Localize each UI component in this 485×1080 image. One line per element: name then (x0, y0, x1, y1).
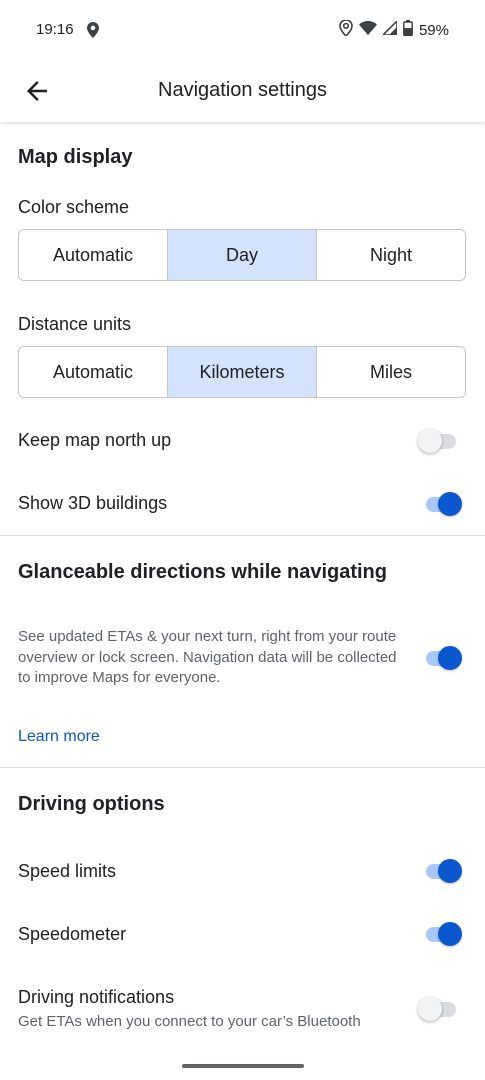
distance-units-selector: Automatic Kilometers Miles (18, 346, 466, 398)
section-divider (0, 767, 485, 768)
show-3d-buildings-label: Show 3D buildings (18, 493, 168, 513)
map-display-heading: Map display (18, 146, 133, 168)
status-time: 19:16 (36, 21, 74, 38)
battery-percent: 59% (418, 21, 449, 39)
speedometer-label: Speedometer (18, 924, 127, 944)
show-3d-buildings-toggle[interactable] (424, 491, 464, 517)
app-bar: Navigation settings (0, 60, 485, 122)
driving-notifications-subtitle: Get ETAs when you connect to your car’s … (18, 1013, 361, 1030)
location-icon (86, 22, 100, 43)
driving-notifications-label: Driving notifications (18, 987, 175, 1007)
speed-limits-toggle[interactable] (424, 858, 464, 884)
distance-units-kilometers[interactable]: Kilometers (168, 347, 317, 397)
distance-units-miles[interactable]: Miles (317, 347, 465, 397)
color-scheme-selector: Automatic Day Night (18, 229, 466, 281)
distance-units-label: Distance units (18, 314, 132, 334)
signal-icon (381, 19, 398, 39)
glanceable-description: See updated ETAs & your next turn, right… (18, 628, 397, 686)
glanceable-heading: Glanceable directions while navigating (18, 561, 387, 583)
color-scheme-night[interactable]: Night (317, 230, 465, 280)
learn-more-link[interactable]: Learn more (18, 728, 100, 746)
speed-limits-label: Speed limits (18, 861, 117, 881)
status-icons: 59% (339, 19, 449, 40)
driving-notifications-toggle[interactable] (418, 996, 460, 1022)
color-scheme-day[interactable]: Day (168, 230, 317, 280)
page-title: Navigation settings (158, 79, 327, 101)
battery-icon (403, 20, 413, 40)
color-scheme-automatic[interactable]: Automatic (19, 230, 168, 280)
distance-units-automatic[interactable]: Automatic (19, 347, 168, 397)
glanceable-toggle[interactable] (424, 645, 464, 671)
driving-options-heading: Driving options (18, 793, 165, 815)
speedometer-toggle[interactable] (424, 921, 464, 947)
section-divider (0, 535, 485, 536)
wifi-icon (358, 21, 377, 39)
color-scheme-label: Color scheme (18, 197, 130, 217)
status-bar: 19:16 59% (0, 0, 485, 60)
keep-north-up-label: Keep map north up (18, 430, 172, 450)
keep-north-up-toggle[interactable] (418, 428, 460, 454)
gesture-nav-handle[interactable] (182, 1064, 304, 1068)
location-icon (339, 19, 353, 40)
